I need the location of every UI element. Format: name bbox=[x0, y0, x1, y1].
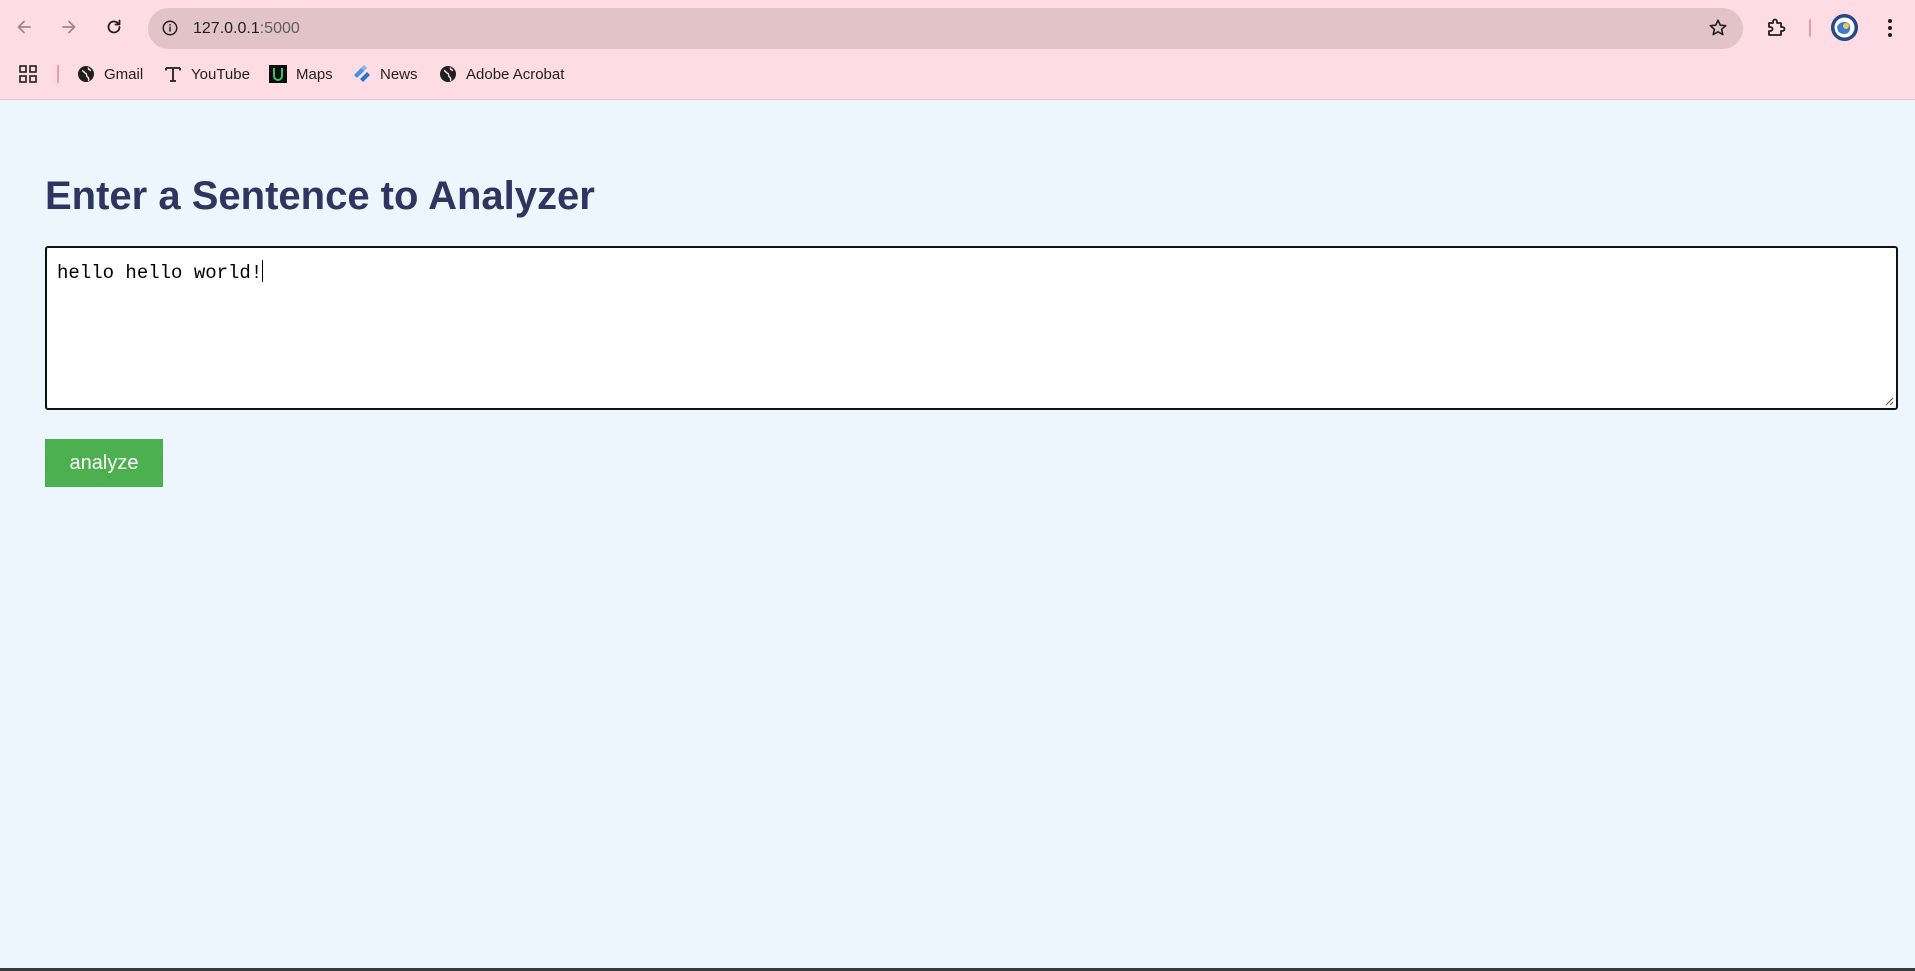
apps-grid-icon bbox=[19, 65, 37, 83]
site-info-icon bbox=[162, 20, 178, 36]
bookmark-label: Adobe Acrobat bbox=[466, 65, 565, 83]
analyze-button[interactable]: analyze bbox=[45, 439, 163, 487]
globe-icon bbox=[76, 64, 96, 84]
extensions-icon[interactable] bbox=[1762, 13, 1792, 43]
bookmark-label: YouTube bbox=[191, 65, 250, 83]
sentence-input[interactable]: hello hello world! bbox=[45, 246, 1898, 410]
bookmark-maps[interactable]: Maps bbox=[268, 62, 333, 86]
site-info-button[interactable] bbox=[156, 14, 184, 42]
bookmark-news[interactable]: News bbox=[352, 62, 418, 86]
maps-icon bbox=[268, 64, 288, 84]
news-diamond-icon bbox=[352, 64, 372, 84]
sentence-input-value: hello hello world! bbox=[57, 262, 263, 284]
forward-button[interactable] bbox=[53, 11, 85, 43]
browser-toolbar: 127.0.0.1:5000 Gmail YouTube Maps News A… bbox=[0, 0, 1915, 100]
bookmarks-bar: Gmail YouTube Maps News Adobe Acrobat bbox=[0, 58, 1915, 90]
toolbar-divider bbox=[1809, 19, 1811, 37]
url-port: :5000 bbox=[259, 20, 300, 37]
url-host: 127.0.0.1 bbox=[193, 20, 260, 37]
bookmark-gmail[interactable]: Gmail bbox=[76, 62, 143, 86]
bookmark-label: News bbox=[380, 65, 418, 83]
apps-button[interactable] bbox=[18, 62, 38, 86]
page-title: Enter a Sentence to Analyzer bbox=[45, 174, 595, 218]
back-button[interactable] bbox=[8, 11, 40, 43]
forward-arrow-icon bbox=[62, 20, 76, 34]
bookmark-label: Gmail bbox=[104, 65, 144, 83]
bookmark-adobe-acrobat[interactable]: Adobe Acrobat bbox=[438, 62, 564, 86]
url-text: 127.0.0.1:5000 bbox=[193, 19, 300, 39]
resize-grip-icon[interactable] bbox=[1884, 396, 1894, 406]
bookmarks-divider bbox=[57, 65, 59, 83]
text-caret bbox=[262, 260, 264, 282]
reload-button[interactable] bbox=[98, 11, 130, 43]
globe-icon bbox=[438, 64, 458, 84]
text-t-icon bbox=[163, 64, 183, 84]
kebab-menu-icon[interactable] bbox=[1880, 14, 1900, 42]
bookmark-star-icon[interactable] bbox=[1707, 17, 1729, 39]
reload-icon bbox=[107, 19, 121, 34]
profile-avatar-icon[interactable] bbox=[1831, 14, 1858, 41]
bookmark-label: Maps bbox=[296, 65, 333, 83]
bookmark-youtube[interactable]: YouTube bbox=[163, 62, 250, 86]
address-bar[interactable]: 127.0.0.1:5000 bbox=[148, 8, 1743, 49]
back-arrow-icon bbox=[17, 20, 31, 34]
